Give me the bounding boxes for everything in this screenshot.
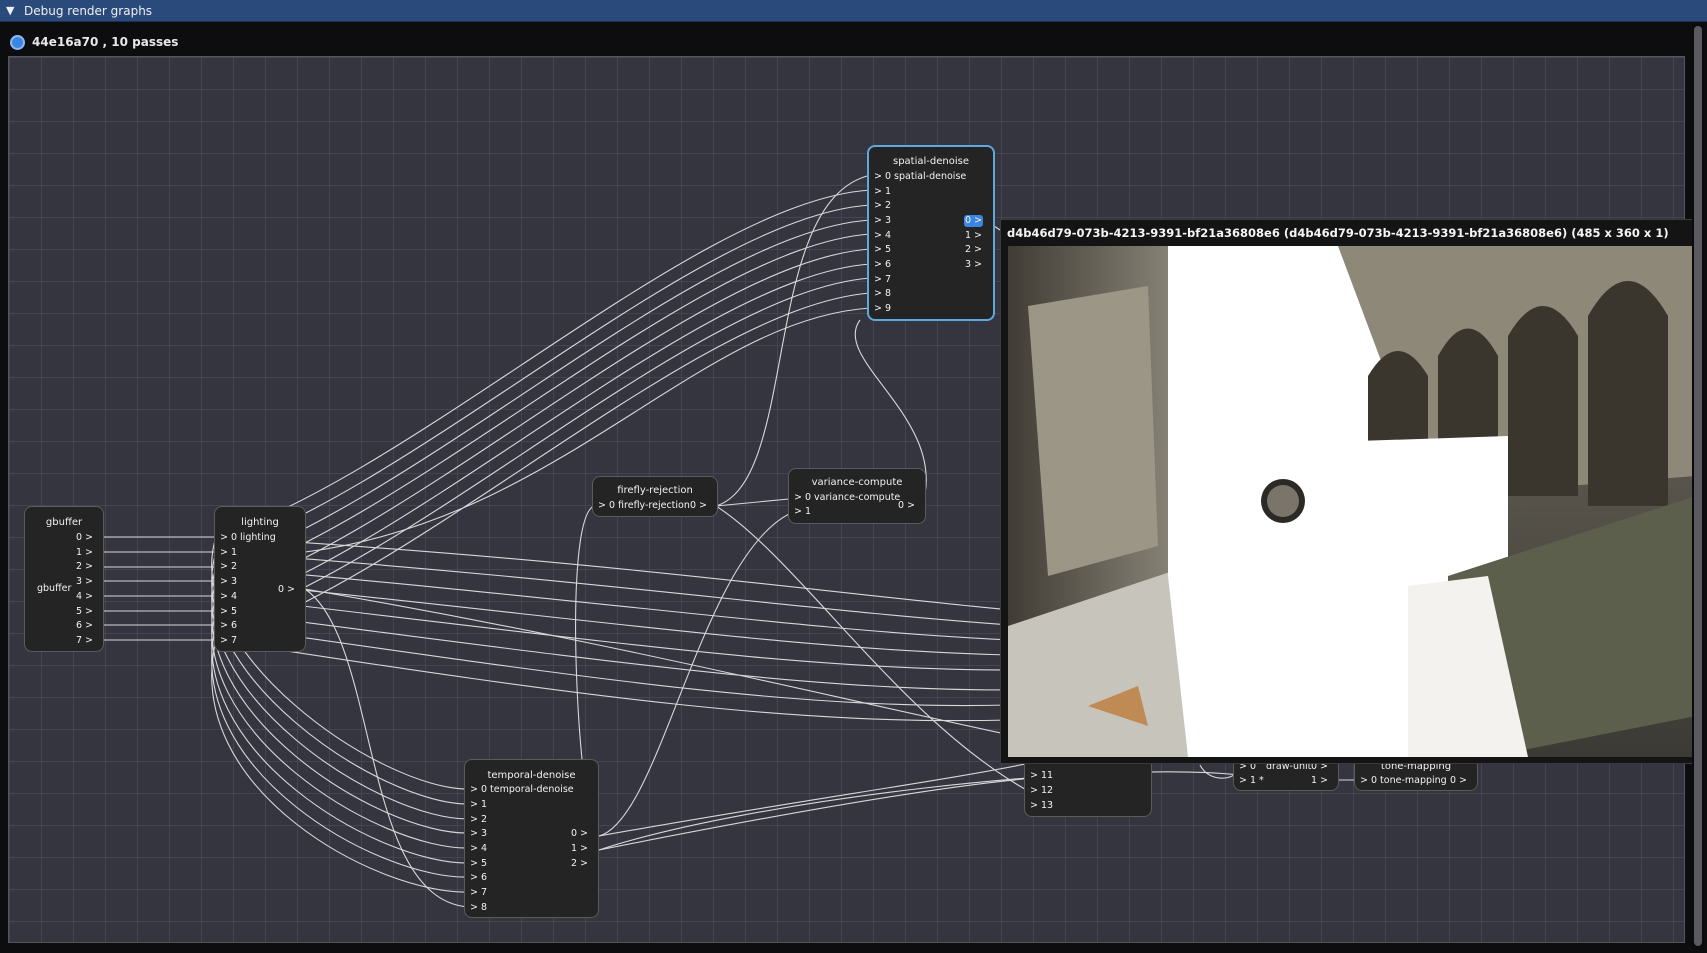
spatial-denoise-in-6[interactable]: > 6 [874,259,891,271]
spatial-denoise-out-2[interactable]: 2 > [965,244,982,256]
node-firefly-rejection-title: firefly-rejection [617,485,693,496]
gbuffer-out-1[interactable]: 1 > [76,547,93,559]
spatial-denoise-out-3[interactable]: 3 > [965,259,982,271]
node-lighting-title: lighting [241,517,279,528]
window-titlebar[interactable]: ▼ Debug render graphs [0,0,1707,22]
spatial-denoise-in-3[interactable]: > 3 [874,215,891,227]
tone-mapping-in-0[interactable]: > 0 tone-mapping [1360,775,1447,787]
temporal-denoise-out-1[interactable]: 1 > [571,843,588,855]
spatial-denoise-in-9[interactable]: > 9 [874,303,891,315]
lighting-in-6[interactable]: > 6 [220,620,237,632]
spatial-denoise-out-1[interactable]: 1 > [965,230,982,242]
temporal-denoise-in-3[interactable]: > 3 [470,828,487,840]
lighting-out-0[interactable]: 0 > [278,584,295,596]
collapse-triangle-icon[interactable]: ▼ [6,4,18,17]
node-firefly-rejection[interactable]: firefly-rejection > 0 firefly-rejection … [592,476,718,517]
node-spatial-denoise-title: spatial-denoise [893,156,969,167]
window-title: Debug render graphs [24,3,153,18]
variance-compute-in-0[interactable]: > 0 variance-compute [794,492,900,504]
temporal-denoise-in-7[interactable]: > 7 [470,887,487,899]
node-temporal-denoise-title: temporal-denoise [487,770,576,781]
scrollbar-thumb[interactable] [1694,26,1702,946]
window-scrollbar[interactable] [1692,24,1704,950]
spatial-denoise-in-7[interactable]: > 7 [874,274,891,286]
temporal-denoise-in-5[interactable]: > 5 [470,858,487,870]
temporal-denoise-out-0[interactable]: 0 > [571,828,588,840]
spatial-denoise-out-0[interactable]: 0 > [963,215,983,227]
texture-preview-image [1008,246,1696,757]
firefly-rejection-out-0[interactable]: 0 > [690,500,707,512]
gbuffer-out-5[interactable]: 5 > [76,606,93,618]
temporal-denoise-in-1[interactable]: > 1 [470,799,487,811]
temporal-denoise-out-2[interactable]: 2 > [571,858,588,870]
spatial-denoise-in-1[interactable]: > 1 [874,186,891,198]
lighting-in-2[interactable]: > 2 [220,561,237,573]
texture-preview-title: d4b46d79-073b-4213-9391-bf21a36808e6 (d4… [1007,226,1669,240]
composite-in-13[interactable]: > 13 [1030,800,1053,812]
temporal-denoise-in-4[interactable]: > 4 [470,843,487,855]
firefly-rejection-in-0[interactable]: > 0 firefly-rejection [598,500,690,512]
lighting-in-4[interactable]: > 4 [220,591,237,603]
gbuffer-out-6[interactable]: 6 > [76,620,93,632]
graph-name: 44e16a70 , 10 passes [32,35,179,49]
variance-compute-in-1[interactable]: > 1 [794,506,811,518]
spatial-denoise-in-2[interactable]: > 2 [874,200,891,212]
gbuffer-out-4[interactable]: 4 > [76,591,93,603]
node-spatial-denoise[interactable]: spatial-denoise > 0 spatial-denoise > 1 … [867,145,995,321]
spatial-denoise-in-5[interactable]: > 5 [874,244,891,256]
node-temporal-denoise[interactable]: temporal-denoise > 0 temporal-denoise > … [464,759,599,918]
gbuffer-out-7[interactable]: 7 > [76,635,93,647]
node-lighting[interactable]: lighting > 0 lighting > 1 > 2 > 3 > 4 > … [214,506,306,652]
spatial-denoise-in-0[interactable]: > 0 spatial-denoise [874,171,966,183]
graph-header[interactable]: 44e16a70 , 10 passes [10,31,178,53]
composite-in-11[interactable]: > 11 [1030,770,1053,782]
composite-in-12[interactable]: > 12 [1030,785,1053,797]
node-variance-compute-title: variance-compute [811,477,903,488]
gbuffer-out-2[interactable]: 2 > [76,561,93,573]
spatial-denoise-in-4[interactable]: > 4 [874,230,891,242]
lighting-in-7[interactable]: > 7 [220,635,237,647]
draw-unit-in-1[interactable]: > 1 * [1239,775,1264,787]
node-gbuffer[interactable]: gbuffer gbuffer 0 > 1 > 2 > 3 > 4 > 5 > … [24,506,104,652]
temporal-denoise-in-2[interactable]: > 2 [470,814,487,826]
temporal-denoise-in-0[interactable]: > 0 temporal-denoise [470,784,574,796]
gbuffer-out-3[interactable]: 3 > [76,576,93,588]
node-gbuffer-label: gbuffer [37,583,72,594]
variance-compute-out-0[interactable]: 0 > [898,500,915,512]
tone-mapping-out-0[interactable]: 0 > [1450,775,1467,787]
temporal-denoise-in-6[interactable]: > 6 [470,872,487,884]
graph-radio-icon[interactable] [10,34,25,50]
lighting-in-5[interactable]: > 5 [220,606,237,618]
rendered-scene-image [1008,246,1696,757]
spatial-denoise-in-8[interactable]: > 8 [874,288,891,300]
lighting-in-3[interactable]: > 3 [220,576,237,588]
node-variance-compute[interactable]: variance-compute > 0 variance-compute > … [788,468,926,524]
draw-unit-out-1[interactable]: 1 > [1311,775,1328,787]
texture-preview-tooltip: d4b46d79-073b-4213-9391-bf21a36808e6 (d4… [1000,219,1702,764]
temporal-denoise-in-8[interactable]: > 8 [470,902,487,914]
gbuffer-out-0[interactable]: 0 > [76,532,93,544]
lighting-in-1[interactable]: > 1 [220,547,237,559]
node-gbuffer-title: gbuffer [45,517,83,528]
lighting-in-0[interactable]: > 0 lighting [220,532,276,544]
